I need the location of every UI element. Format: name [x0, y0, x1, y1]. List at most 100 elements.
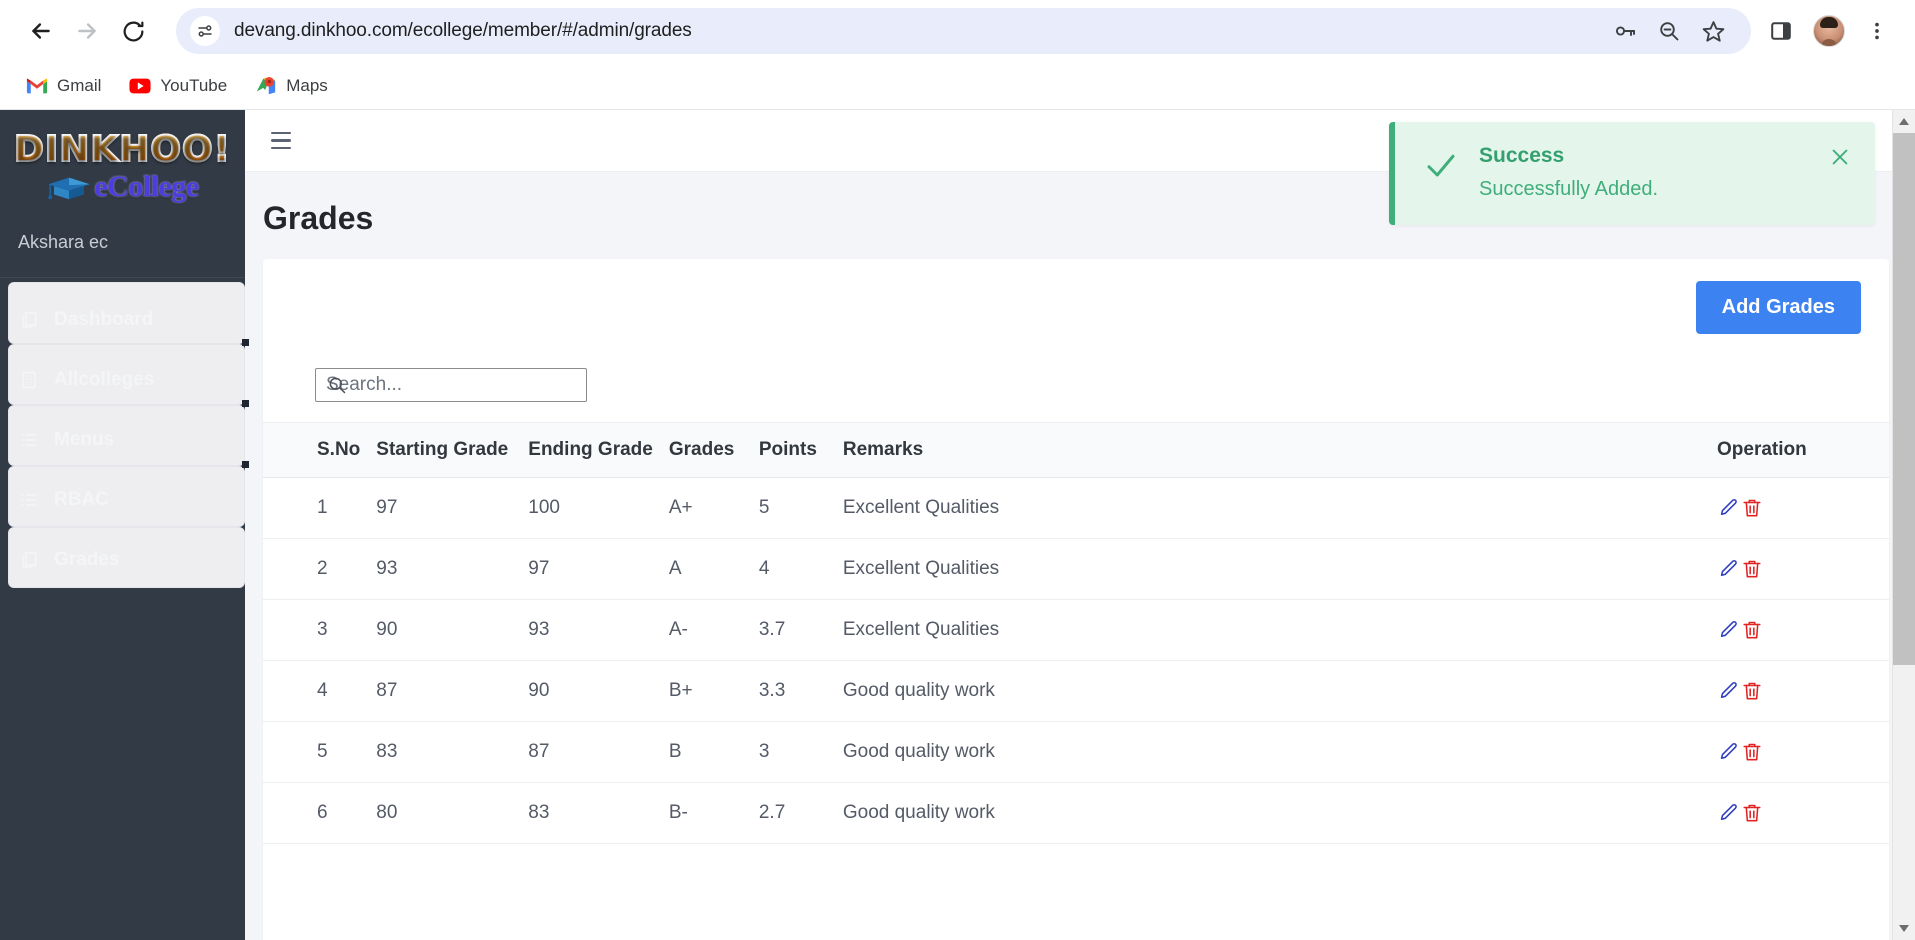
sidebar-item-menus[interactable]: Menus	[0, 410, 245, 470]
delete-trash-icon[interactable]	[1741, 680, 1763, 702]
chevron-down-icon	[1899, 925, 1909, 932]
scrollbar-thumb[interactable]	[1893, 133, 1915, 665]
bookmark-maps[interactable]: Maps	[245, 69, 338, 103]
check-icon	[1423, 148, 1459, 189]
bookmark-gmail[interactable]: Gmail	[16, 69, 111, 103]
row-actions	[1717, 741, 1831, 763]
card-header: Add Grades	[263, 259, 1889, 344]
cell-points: 2.7	[750, 782, 835, 844]
cell-starting-grade: 80	[368, 782, 521, 844]
back-arrow-icon	[32, 23, 50, 39]
search-wrapper	[315, 368, 587, 402]
copy-icon	[18, 549, 40, 571]
search-input[interactable]	[315, 368, 587, 402]
cell-starting-grade: 97	[368, 477, 521, 539]
profile-button[interactable]	[1809, 11, 1849, 51]
edit-pencil-icon[interactable]	[1717, 497, 1739, 519]
col-starting[interactable]: Starting Grade	[368, 422, 521, 478]
cell-operation	[1709, 599, 1889, 661]
col-ending[interactable]: Ending Grade	[520, 422, 661, 478]
cell-operation	[1709, 477, 1889, 539]
delete-trash-icon[interactable]	[1741, 741, 1763, 763]
sidebar-item-dashboard[interactable]: Dashboard	[0, 290, 245, 350]
cell-remarks: Excellent Qualities	[834, 599, 1709, 661]
cell-starting-grade: 87	[368, 660, 521, 722]
cell-operation	[1709, 721, 1889, 783]
logo-ecollege: eCollege	[14, 170, 231, 204]
building-icon	[18, 369, 40, 391]
scroll-up-button[interactable]	[1893, 110, 1915, 133]
edit-pencil-icon[interactable]	[1717, 741, 1739, 763]
cell-grade: B	[660, 721, 751, 783]
bookmark-label: Maps	[286, 75, 328, 95]
cell-operation	[1709, 538, 1889, 600]
reload-button[interactable]	[110, 8, 156, 54]
delete-trash-icon[interactable]	[1741, 802, 1763, 824]
table-head: S.No Starting Grade Ending Grade Grades …	[263, 422, 1889, 478]
main-content: Akshara ec-application_admin Grades Add …	[245, 110, 1915, 940]
url-text: devang.dinkhoo.com/ecollege/member/#/adm…	[234, 20, 692, 41]
sidebar-username: Akshara ec	[0, 210, 245, 278]
cell-points: 3.7	[750, 599, 835, 661]
cell-grade: B-	[660, 782, 751, 844]
toast-body: Success Successfully Added.	[1479, 144, 1809, 201]
cell-remarks: Good quality work	[834, 782, 1709, 844]
youtube-icon	[129, 75, 151, 97]
page-viewport: DINKHOO! eCollege Akshara ec Dashboard A…	[0, 110, 1915, 940]
table-toolbar	[263, 344, 1889, 422]
sidebar-item-rbac[interactable]: RBAC	[0, 470, 245, 530]
bookmark-star-icon[interactable]	[1699, 17, 1727, 45]
cell-ending-grade: 83	[520, 782, 661, 844]
forward-button[interactable]	[64, 8, 110, 54]
row-actions	[1717, 802, 1831, 824]
browser-chrome: devang.dinkhoo.com/ecollege/member/#/adm…	[0, 0, 1915, 110]
cell-sno: 6	[263, 782, 369, 844]
toast-title: Success	[1479, 144, 1565, 167]
gmail-icon	[26, 75, 48, 97]
password-key-icon[interactable]	[1611, 17, 1639, 45]
grades-table: S.No Starting Grade Ending Grade Grades …	[263, 422, 1889, 844]
delete-trash-icon[interactable]	[1741, 619, 1763, 641]
cell-grade: A-	[660, 599, 751, 661]
cell-ending-grade: 90	[520, 660, 661, 722]
zoom-out-icon[interactable]	[1655, 17, 1683, 45]
delete-trash-icon[interactable]	[1741, 558, 1763, 580]
col-grades[interactable]: Grades	[660, 422, 751, 478]
list-icon	[18, 429, 40, 451]
chrome-menu-button[interactable]	[1857, 11, 1897, 51]
bookmark-youtube[interactable]: YouTube	[119, 69, 237, 103]
bookmark-label: Gmail	[57, 75, 102, 95]
sidebar-toggle-button[interactable]	[267, 128, 295, 154]
edit-pencil-icon[interactable]	[1717, 619, 1739, 641]
sidebar-item-allcolleges[interactable]: Allcolleges	[0, 350, 245, 410]
address-bar[interactable]: devang.dinkhoo.com/ecollege/member/#/adm…	[176, 8, 1751, 54]
col-sno[interactable]: S.No	[263, 422, 369, 478]
edit-pencil-icon[interactable]	[1717, 558, 1739, 580]
edit-pencil-icon[interactable]	[1717, 802, 1739, 824]
back-button[interactable]	[18, 8, 64, 54]
row-actions	[1717, 619, 1831, 641]
sidebar-item-label: Dashboard	[54, 309, 154, 330]
cell-starting-grade: 90	[368, 599, 521, 661]
page-scrollbar[interactable]	[1892, 110, 1915, 940]
col-remarks[interactable]: Remarks	[834, 422, 1709, 478]
row-actions	[1717, 497, 1831, 519]
cell-grade: A+	[660, 477, 751, 539]
bookmark-label: YouTube	[160, 75, 228, 95]
delete-trash-icon[interactable]	[1741, 497, 1763, 519]
site-settings-icon[interactable]	[190, 16, 220, 46]
row-actions	[1717, 680, 1831, 702]
browser-toolbar: devang.dinkhoo.com/ecollege/member/#/adm…	[0, 0, 1915, 62]
cell-ending-grade: 87	[520, 721, 661, 783]
add-grades-button[interactable]: Add Grades	[1695, 281, 1861, 334]
col-points[interactable]: Points	[750, 422, 835, 478]
cell-ending-grade: 93	[520, 599, 661, 661]
bookmarks-bar: Gmail YouTube Maps	[0, 62, 1915, 109]
edit-pencil-icon[interactable]	[1717, 680, 1739, 702]
sidebar-item-grades[interactable]: Grades	[0, 530, 245, 590]
side-panel-button[interactable]	[1761, 11, 1801, 51]
toast-close-button[interactable]	[1829, 146, 1851, 173]
cell-points: 4	[750, 538, 835, 600]
table-body: 1 97 100 A+ 5 Excellent Qualities 2 93 97 A 4 Excel…	[263, 477, 1889, 844]
scroll-down-button[interactable]	[1893, 917, 1915, 940]
